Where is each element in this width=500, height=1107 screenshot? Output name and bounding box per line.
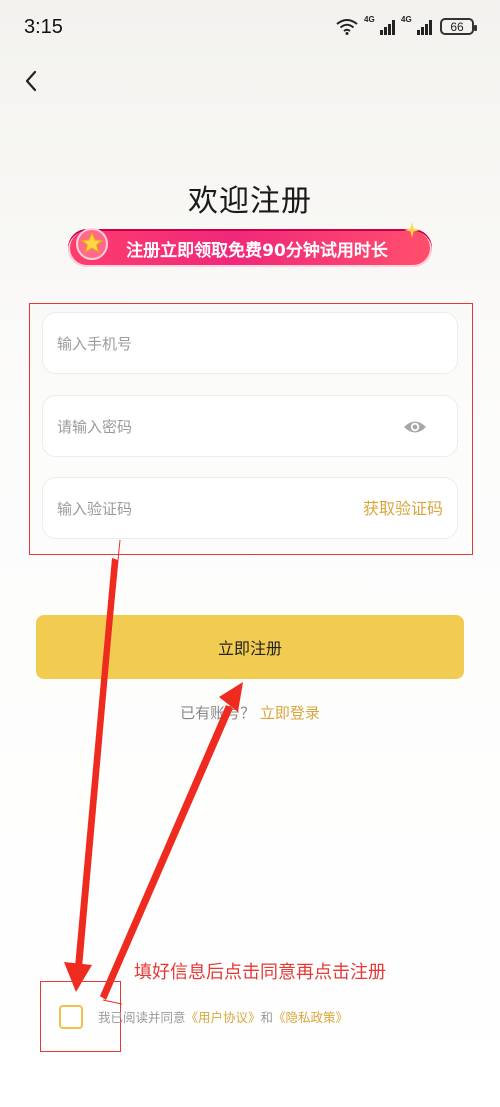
annotation-line — [75, 539, 121, 991]
privacy-policy-link[interactable]: 《隐私政策》 — [273, 1010, 348, 1025]
annotation-text: 填好信息后点击同意再点击注册 — [134, 962, 386, 983]
arrow-to-register — [100, 705, 233, 1000]
arrow-to-checkbox — [75, 558, 118, 968]
agreement-and: 和 — [260, 1010, 274, 1025]
agreement-checkbox[interactable] — [59, 1005, 83, 1029]
user-agreement-link[interactable]: 《用户协议》 — [186, 1010, 261, 1025]
agreement-text: 我已阅读并同意《用户协议》和《隐私政策》 — [98, 1007, 348, 1026]
annotation-arrows — [64, 539, 243, 1005]
agreement-prefix: 我已阅读并同意 — [98, 1010, 186, 1025]
